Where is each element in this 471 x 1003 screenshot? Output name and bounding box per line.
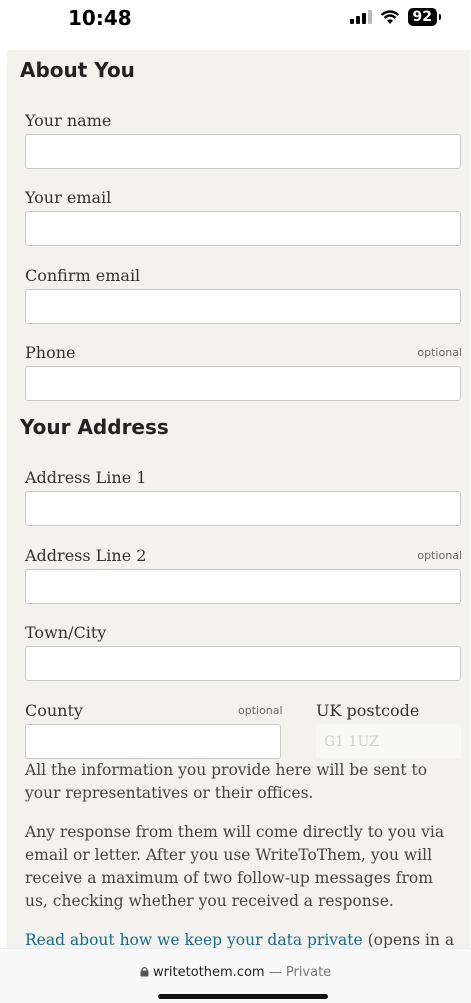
signal-icon xyxy=(349,10,372,24)
about-you-heading: About You xyxy=(20,58,135,82)
address-line1-input[interactable] xyxy=(26,492,460,525)
privacy-suffix: (opens in a xyxy=(362,931,455,949)
email-label: Your email xyxy=(25,188,112,207)
phone-input[interactable] xyxy=(26,367,460,400)
phone-optional-tag: optional xyxy=(417,346,462,359)
address-line2-field[interactable] xyxy=(25,569,461,604)
town-city-label: Town/City xyxy=(25,623,107,642)
battery-icon: 92 xyxy=(407,8,442,26)
phone-field[interactable] xyxy=(25,366,461,401)
address-line1-field[interactable] xyxy=(25,491,461,526)
county-input[interactable] xyxy=(26,725,280,758)
confirm-email-field[interactable] xyxy=(25,289,461,324)
your-address-heading: Your Address xyxy=(20,415,169,439)
name-input[interactable] xyxy=(26,135,460,168)
postcode-label: UK postcode xyxy=(316,701,420,720)
private-mode-label: — Private xyxy=(264,965,332,980)
name-label: Your name xyxy=(25,111,112,130)
address-line1-label: Address Line 1 xyxy=(25,468,147,487)
postcode-field[interactable] xyxy=(316,724,461,759)
status-time: 10:48 xyxy=(68,6,132,30)
address-line2-optional-tag: optional xyxy=(417,549,462,562)
info-paragraph-2: Any response from them will come directl… xyxy=(25,823,445,910)
info-paragraph-1: All the information you provide here wil… xyxy=(25,761,428,802)
county-field[interactable] xyxy=(25,724,281,759)
email-input[interactable] xyxy=(26,212,460,245)
email-field[interactable] xyxy=(25,211,461,246)
confirm-email-label: Confirm email xyxy=(25,266,141,285)
status-icons: 92 xyxy=(349,8,442,26)
confirm-email-input[interactable] xyxy=(26,290,460,323)
postcode-input[interactable] xyxy=(316,724,461,759)
county-optional-tag: optional xyxy=(238,704,283,717)
town-city-input[interactable] xyxy=(26,647,460,680)
url-bar[interactable]: writetothem.com — Private xyxy=(0,965,471,980)
form-panel: About You Your name Your email Confirm e… xyxy=(7,50,470,960)
phone-label: Phone xyxy=(25,343,76,362)
town-city-field[interactable] xyxy=(25,646,461,681)
home-indicator[interactable] xyxy=(158,994,328,999)
address-line2-input[interactable] xyxy=(26,570,460,603)
wifi-icon xyxy=(380,9,399,24)
url-domain: writetothem.com xyxy=(152,965,265,980)
name-field[interactable] xyxy=(25,134,461,169)
county-label: County xyxy=(25,701,83,720)
address-line2-label: Address Line 2 xyxy=(25,546,147,565)
lock-icon xyxy=(140,966,149,977)
privacy-link[interactable]: Read about how we keep your data private xyxy=(25,931,363,949)
status-bar: 10:48 92 xyxy=(0,0,471,40)
browser-bottom-bar: writetothem.com — Private xyxy=(0,948,471,1003)
